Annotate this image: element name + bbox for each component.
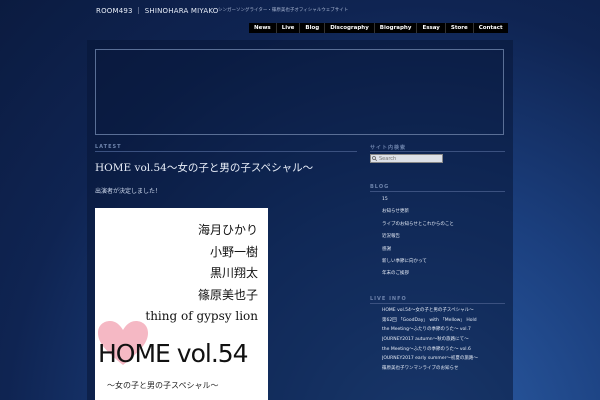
blog-item[interactable]: 新しい季節に向かって <box>382 256 454 268</box>
nav-live[interactable]: Live <box>277 23 301 33</box>
site-tagline: シンガーソングライター・篠原美也子オフィシャルウェブサイト <box>218 8 349 13</box>
flyer-performer: thing of gypsy lion <box>145 309 258 323</box>
live-info-item[interactable]: the Meeting～ふたりの季節のうた～ vol.7 <box>382 325 478 335</box>
blog-section-label: BLOG <box>370 184 390 190</box>
blog-item[interactable]: 感謝 <box>382 244 454 256</box>
post-subtitle: 出演者が決定しました！ <box>95 188 162 195</box>
flyer-performer: 海月ひかり <box>197 223 258 237</box>
site-header: ROOM493 ｜ SHINOHARA MIYAKO シンガーソングライター・篠… <box>0 0 600 40</box>
blog-divider <box>370 191 505 192</box>
flyer-performer: 小野一樹 <box>209 244 258 259</box>
site-title[interactable]: ROOM493 ｜ SHINOHARA MIYAKO <box>96 6 218 16</box>
blog-item[interactable]: 年末のご挨拶 <box>382 268 454 280</box>
search-divider <box>370 151 505 152</box>
live-info-item[interactable]: JOURNEY2017 autumn～秋の旅路にて～ <box>382 335 478 345</box>
latest-label: LATEST <box>95 144 122 150</box>
header-image-area <box>95 49 504 135</box>
live-info-divider <box>370 303 505 304</box>
blog-item[interactable]: お知らせ更新 <box>382 206 454 218</box>
nav-essay[interactable]: Essay <box>417 23 446 33</box>
latest-divider <box>95 151 357 152</box>
main-nav: News Live Blog Discography Biography Ess… <box>249 23 508 33</box>
search-section-label: サイト内検索 <box>370 145 407 151</box>
live-info-item[interactable]: the Meeting～ふたりの季節のうた～ vol.6 <box>382 345 478 355</box>
search-icon <box>372 156 377 161</box>
flyer-event-title: HOME vol.54 <box>98 339 249 368</box>
flyer-performer: 篠原美也子 <box>197 287 258 302</box>
blog-item[interactable]: ライブのお知らせとこれからのこと <box>382 219 454 231</box>
blog-item[interactable]: 近況報告 <box>382 231 454 243</box>
nav-contact[interactable]: Contact <box>474 23 508 33</box>
live-info-item[interactable]: HOME vol.54～女の子と男の子スペシャル～ <box>382 306 478 316</box>
nav-biography[interactable]: Biography <box>375 23 418 33</box>
post-title[interactable]: HOME vol.54～女の子と男の子スペシャル～ <box>95 160 313 175</box>
event-flyer-image: 海月ひかり 小野一樹 黒川翔太 篠原美也子 thing of gypsy lio… <box>95 208 268 400</box>
flyer-event-tagline: ～女の子と男の子スペシャル～ <box>107 381 219 390</box>
live-info-item[interactable]: JOURNEY2017 early summer～初夏の旅路～ <box>382 354 478 364</box>
flyer-performer: 黒川翔太 <box>209 266 258 280</box>
live-info-item[interactable]: 第62回 「GoodDay」 with 「Mellow」 Hold <box>382 316 478 326</box>
nav-store[interactable]: Store <box>446 23 474 33</box>
blog-item[interactable]: 15 <box>382 194 454 206</box>
flyer-performer-list: 海月ひかり 小野一樹 黒川翔太 篠原美也子 thing of gypsy lio… <box>145 220 258 328</box>
nav-discography[interactable]: Discography <box>325 23 375 33</box>
live-info-list: HOME vol.54～女の子と男の子スペシャル～ 第62回 「GoodDay」… <box>382 306 478 374</box>
blog-list: 15 お知らせ更新 ライブのお知らせとこれからのこと 近況報告 感謝 新しい季節… <box>382 194 454 281</box>
live-info-section-label: LIVE INFO <box>370 296 407 302</box>
live-info-item[interactable]: 篠原美也子ワンマンライブのお知らせ <box>382 364 478 374</box>
nav-news[interactable]: News <box>249 23 277 33</box>
search-input[interactable] <box>370 154 443 163</box>
nav-blog[interactable]: Blog <box>300 23 326 33</box>
